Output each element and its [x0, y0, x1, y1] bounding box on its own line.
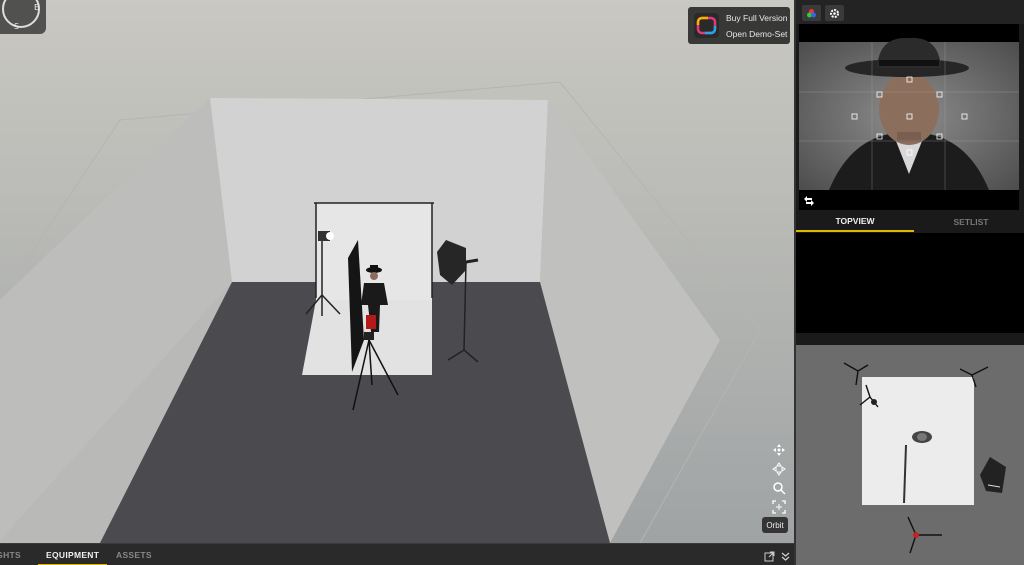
gear-icon[interactable]	[825, 5, 844, 21]
tab-lights[interactable]: LIGHTS	[0, 544, 21, 565]
app-logo-icon	[694, 13, 719, 38]
swap-icon[interactable]	[803, 194, 815, 210]
studio-scene	[0, 81, 761, 543]
navigation-tools	[766, 440, 792, 516]
zoom-icon[interactable]	[766, 478, 792, 497]
right-panel: TOPVIEW SETLIST	[794, 0, 1024, 565]
side-strip	[1020, 24, 1024, 210]
studio-app: E S Buy Full Version Open Demo-Set Orbit…	[0, 0, 1024, 565]
bottom-tab-bar: LIGHTS EQUIPMENT ASSETS	[0, 543, 794, 565]
tab-topview[interactable]: TOPVIEW	[796, 212, 914, 232]
move-icon[interactable]	[766, 440, 792, 459]
3d-viewport[interactable]: E S Buy Full Version Open Demo-Set Orbit	[0, 0, 794, 543]
topview-map[interactable]	[796, 345, 1024, 565]
right-toolbar	[796, 0, 1024, 24]
compass-east-label: E	[34, 3, 40, 12]
open-demo-set-link[interactable]: Open Demo-Set	[726, 29, 787, 39]
buy-full-version-link[interactable]: Buy Full Version	[726, 13, 787, 23]
camera-preview[interactable]	[799, 24, 1019, 210]
promo-panel: Buy Full Version Open Demo-Set	[688, 7, 790, 44]
compass-widget[interactable]: E S	[0, 0, 46, 34]
frame-icon[interactable]	[766, 497, 792, 516]
orbit-mode-label[interactable]: Orbit	[762, 517, 788, 533]
tab-setlist[interactable]: SETLIST	[916, 212, 1024, 232]
tab-equipment[interactable]: EQUIPMENT	[38, 544, 108, 565]
pan-icon[interactable]	[766, 459, 792, 478]
compass-south-label: S	[14, 22, 20, 31]
collapse-icon[interactable]	[780, 549, 791, 565]
color-wheel-icon[interactable]	[802, 5, 821, 21]
popout-icon[interactable]	[764, 549, 775, 565]
tab-assets[interactable]: ASSETS	[116, 544, 152, 565]
topview-dark-area	[796, 233, 1024, 333]
